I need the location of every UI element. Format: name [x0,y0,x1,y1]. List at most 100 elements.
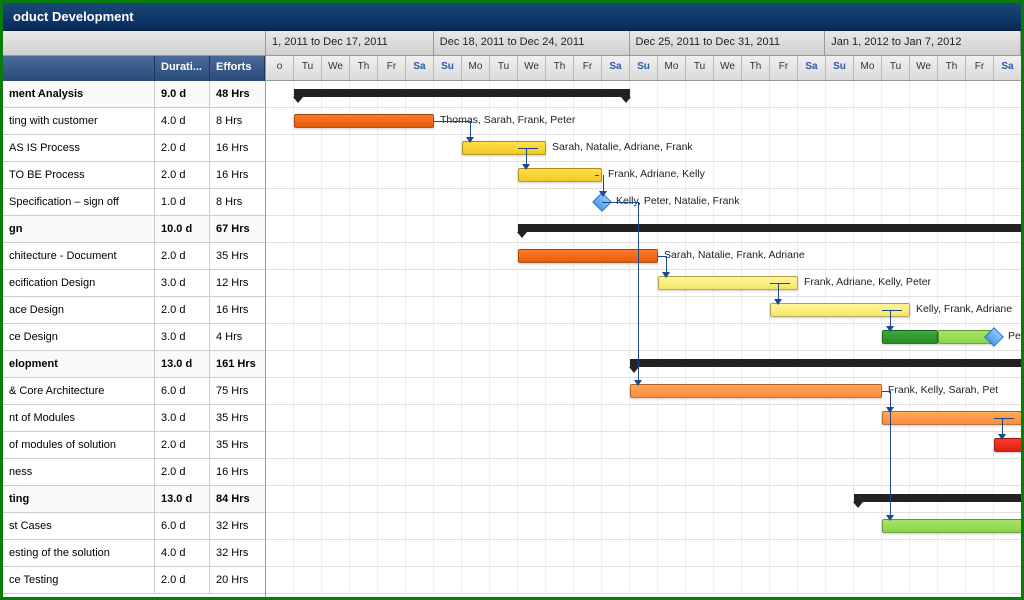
day-header[interactable]: Tu [490,56,518,80]
task-row[interactable]: TO BE Process2.0 d16 Hrs [3,162,265,189]
task-efforts: 8 Hrs [210,108,265,134]
gantt-row[interactable]: Frank, Adriane, Kelly [266,162,1021,189]
col-name[interactable] [3,56,155,81]
dependency-arrow-icon [466,137,474,143]
day-header[interactable]: Tu [686,56,714,80]
day-header[interactable]: We [910,56,938,80]
task-row[interactable]: ace Design2.0 d16 Hrs [3,297,265,324]
gantt-bar[interactable] [518,249,658,263]
task-efforts: 32 Hrs [210,540,265,566]
task-row[interactable]: AS IS Process2.0 d16 Hrs [3,135,265,162]
gantt-bar[interactable] [294,114,434,128]
day-header[interactable]: Sa [602,56,630,80]
task-name: gn [3,216,155,242]
gantt-bar[interactable] [994,438,1021,452]
summary-bar[interactable] [630,359,1021,367]
task-efforts: 12 Hrs [210,270,265,296]
day-header[interactable]: Mo [854,56,882,80]
gantt-row[interactable]: Frank, Adriane, Kelly, Peter [266,270,1021,297]
week-header[interactable]: Dec 25, 2011 to Dec 31, 2011 [630,31,826,55]
task-row[interactable]: & Core Architecture6.0 d75 Hrs [3,378,265,405]
gantt-row[interactable] [266,459,1021,486]
task-row[interactable]: ecification Design3.0 d12 Hrs [3,270,265,297]
week-header[interactable]: Jan 1, 2012 to Jan 7, 2012 [825,31,1021,55]
gantt-row[interactable] [266,486,1021,513]
day-header[interactable]: Fr [770,56,798,80]
task-row[interactable]: ment Analysis9.0 d48 Hrs [3,81,265,108]
day-header[interactable]: Sa [994,56,1021,80]
dependency-arrow-icon [522,164,530,170]
task-name: nt of Modules [3,405,155,431]
gantt-row[interactable] [266,216,1021,243]
gantt-row[interactable]: Frank, Kelly, Sarah, Pet [266,378,1021,405]
gantt-bar[interactable] [518,168,602,182]
gantt-bar[interactable] [882,519,1021,533]
task-row[interactable]: chitecture - Document2.0 d35 Hrs [3,243,265,270]
gantt-row[interactable]: Sarah, Natalie, Frank, Adriane [266,243,1021,270]
gantt-row[interactable] [266,540,1021,567]
gantt-row[interactable] [266,513,1021,540]
day-header[interactable]: Th [546,56,574,80]
gantt-row[interactable] [266,567,1021,594]
gantt-row[interactable] [266,351,1021,378]
day-header[interactable]: Th [742,56,770,80]
task-row[interactable]: ting13.0 d84 Hrs [3,486,265,513]
day-header[interactable]: Tu [882,56,910,80]
task-row[interactable]: elopment13.0 d161 Hrs [3,351,265,378]
day-header[interactable]: Th [938,56,966,80]
task-row[interactable]: ce Testing2.0 d20 Hrs [3,567,265,594]
task-row[interactable]: nt of Modules3.0 d35 Hrs [3,405,265,432]
gantt-bar[interactable] [882,330,938,344]
day-header[interactable]: Sa [406,56,434,80]
summary-bar[interactable] [294,89,630,97]
day-header[interactable]: Mo [658,56,686,80]
dependency-line [518,148,538,149]
task-efforts: 48 Hrs [210,81,265,107]
day-header[interactable]: Tu [294,56,322,80]
task-row[interactable]: ness2.0 d16 Hrs [3,459,265,486]
task-efforts: 35 Hrs [210,243,265,269]
day-header[interactable]: Fr [966,56,994,80]
task-row[interactable]: ce Design3.0 d4 Hrs [3,324,265,351]
task-name: ecification Design [3,270,155,296]
day-header[interactable]: Fr [574,56,602,80]
day-header[interactable]: Mo [462,56,490,80]
task-row[interactable]: gn10.0 d67 Hrs [3,216,265,243]
day-header[interactable]: We [518,56,546,80]
gantt-row[interactable] [266,432,1021,459]
task-row[interactable]: st Cases6.0 d32 Hrs [3,513,265,540]
day-header[interactable]: Su [434,56,462,80]
summary-bar[interactable] [518,224,1021,232]
task-name: & Core Architecture [3,378,155,404]
dependency-line [882,310,902,311]
task-efforts: 75 Hrs [210,378,265,404]
day-header[interactable]: o [266,56,294,80]
task-efforts: 20 Hrs [210,567,265,593]
col-efforts[interactable]: Efforts [210,56,265,81]
gantt-row[interactable]: Peter, Th [266,324,1021,351]
day-header[interactable]: Sa [798,56,826,80]
day-header[interactable]: Su [630,56,658,80]
day-header[interactable]: We [714,56,742,80]
week-header[interactable]: Dec 18, 2011 to Dec 24, 2011 [434,31,630,55]
gantt-row[interactable] [266,81,1021,108]
gantt-row[interactable]: Thomas, Sarah, Frank, Peter [266,108,1021,135]
col-duration[interactable]: Durati... [155,56,210,81]
task-row[interactable]: ting with customer4.0 d8 Hrs [3,108,265,135]
day-header[interactable]: Th [350,56,378,80]
gantt-bar[interactable] [630,384,882,398]
gantt-row[interactable]: Kelly, Frank, Adriane [266,297,1021,324]
timeline-header: 1, 2011 to Dec 17, 2011Dec 18, 2011 to D… [266,31,1021,81]
task-row[interactable]: of modules of solution2.0 d35 Hrs [3,432,265,459]
day-header[interactable]: Su [826,56,854,80]
task-row[interactable]: Specification – sign off1.0 d8 Hrs [3,189,265,216]
summary-bar[interactable] [854,494,1021,502]
gantt-chart[interactable]: 1, 2011 to Dec 17, 2011Dec 18, 2011 to D… [266,31,1021,597]
week-header[interactable]: 1, 2011 to Dec 17, 2011 [266,31,434,55]
gantt-row[interactable]: Kelly, Peter, Natalie, Frank [266,189,1021,216]
day-header[interactable]: Fr [378,56,406,80]
gantt-row[interactable]: Sarah, Natalie, Adriane, Frank [266,135,1021,162]
gantt-row[interactable]: Natalie, A [266,405,1021,432]
day-header[interactable]: We [322,56,350,80]
task-row[interactable]: esting of the solution4.0 d32 Hrs [3,540,265,567]
